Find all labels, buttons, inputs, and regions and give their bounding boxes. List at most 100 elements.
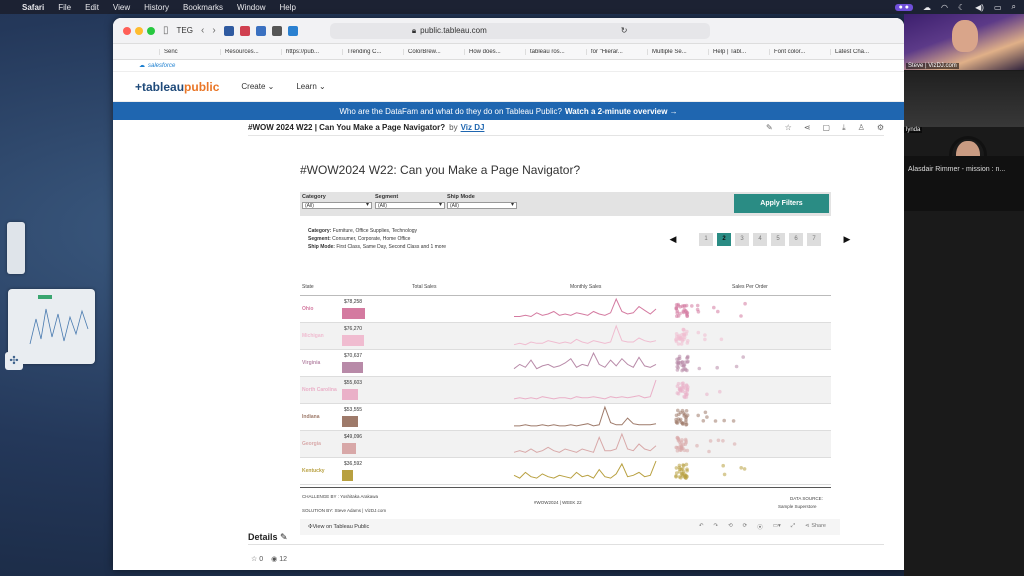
fullscreen-icon[interactable]: ⤢: [791, 523, 795, 531]
total-sales-bar: [342, 362, 363, 373]
apply-filters-button[interactable]: Apply Filters: [734, 194, 829, 213]
nav-create[interactable]: Create ⌄: [241, 82, 274, 91]
extension-5-icon[interactable]: [287, 25, 298, 36]
favorite-item[interactable]: Help | Tabl...: [708, 48, 769, 55]
salesforce-label[interactable]: salesforce: [148, 63, 175, 69]
nav-learn[interactable]: Learn ⌄: [296, 82, 325, 91]
sidebar-toggle-icon[interactable]: ▯: [163, 25, 169, 36]
order-dot: [680, 467, 685, 471]
menu-window[interactable]: Window: [237, 3, 265, 12]
favorite-star-icon[interactable]: ☆: [785, 123, 792, 133]
favorite-item[interactable]: Senc: [159, 48, 220, 55]
favorite-item[interactable]: Trending C...: [342, 48, 403, 55]
extension-1-icon[interactable]: [223, 25, 234, 36]
share-viz-button[interactable]: ⋖ Share: [805, 523, 826, 531]
extension-3-icon[interactable]: [255, 25, 266, 36]
table-row[interactable]: Ohio $78,258: [300, 296, 831, 323]
page-button-active[interactable]: 2: [717, 233, 731, 246]
menu-bookmarks[interactable]: Bookmarks: [183, 3, 223, 12]
table-row[interactable]: Indiana $53,555: [300, 404, 831, 431]
download-icon[interactable]: ⤓: [842, 123, 846, 133]
user-icon[interactable]: ♙: [858, 123, 865, 133]
favorite-item[interactable]: Latest Cha...: [830, 48, 891, 55]
ship-mode-dropdown[interactable]: (All): [447, 202, 517, 209]
share-icon[interactable]: ⋖: [804, 123, 811, 133]
table-row[interactable]: Georgia $49,096: [300, 431, 831, 458]
total-sales-label: $49,096: [344, 434, 363, 440]
participant-tile[interactable]: Steve | VizDJ.com: [904, 14, 1024, 70]
volume-icon[interactable]: ◀): [975, 3, 984, 12]
table-row[interactable]: Michigan $76,270: [300, 323, 831, 350]
reload-icon[interactable]: ↻: [621, 26, 628, 35]
cloud-icon[interactable]: ☁: [923, 3, 931, 12]
segment-dropdown[interactable]: (All): [375, 202, 445, 209]
next-page-button[interactable]: ▶: [841, 234, 853, 245]
summary-ship-value: First Class, Same Day, Second Class and …: [336, 244, 447, 250]
menubar-app-name[interactable]: Safari: [22, 3, 44, 12]
author-link[interactable]: Viz DJ: [461, 123, 485, 132]
address-bar[interactable]: 🔒︎ public.tableau.com ↻: [329, 22, 710, 39]
menu-history[interactable]: History: [144, 3, 169, 12]
favorite-item[interactable]: tableau ros...: [525, 48, 586, 55]
menu-view[interactable]: View: [113, 3, 130, 12]
favorite-item[interactable]: How does...: [464, 48, 525, 55]
participant-tile[interactable]: lynda: [904, 71, 1024, 171]
menu-edit[interactable]: Edit: [85, 3, 99, 12]
favorite-item[interactable]: for "Hierar...: [586, 48, 647, 55]
wifi-icon[interactable]: ◠: [941, 3, 948, 12]
table-row[interactable]: Kentucky $36,592: [300, 458, 831, 485]
back-icon[interactable]: ‹: [201, 25, 204, 36]
menu-help[interactable]: Help: [279, 3, 295, 12]
favorite-item[interactable]: ColorBrew...: [403, 48, 464, 55]
page-button[interactable]: 6: [789, 233, 803, 246]
order-dot: [696, 330, 701, 335]
favorite-item[interactable]: Resources...: [220, 48, 281, 55]
menu-file[interactable]: File: [58, 3, 71, 12]
order-dot: [715, 365, 719, 370]
page-button[interactable]: 4: [753, 233, 767, 246]
zoom-window-button[interactable]: [147, 26, 155, 35]
page-button[interactable]: 1: [699, 233, 713, 246]
profile-selector[interactable]: TEG: [177, 26, 193, 35]
order-dot: [703, 410, 708, 415]
desktop-widget-thumbnail[interactable]: [7, 222, 25, 274]
battery-icon[interactable]: ▭: [994, 3, 1002, 12]
redo-icon[interactable]: ↷: [713, 523, 718, 531]
minimize-window-button[interactable]: [135, 26, 143, 35]
extension-2-icon[interactable]: [239, 25, 250, 36]
refresh-icon[interactable]: ⟳: [743, 523, 748, 531]
revert-icon[interactable]: ⟲: [728, 523, 733, 531]
edit-icon[interactable]: ✎: [766, 123, 773, 133]
page-button[interactable]: 3: [735, 233, 749, 246]
forward-icon[interactable]: ›: [212, 25, 215, 36]
comment-icon[interactable]: ▢: [823, 123, 831, 133]
order-dot: [675, 421, 680, 425]
page-button[interactable]: 5: [771, 233, 785, 246]
banner-link[interactable]: Watch a 2-minute overview →: [565, 107, 678, 116]
undo-icon[interactable]: ↶: [699, 523, 704, 531]
prev-page-button[interactable]: ◀: [667, 234, 679, 245]
close-window-button[interactable]: [123, 26, 131, 35]
moon-icon[interactable]: ☾: [958, 3, 965, 12]
table-row[interactable]: Virginia $70,637: [300, 350, 831, 377]
page-button[interactable]: 7: [807, 233, 821, 246]
order-dot: [731, 419, 736, 423]
participant-tile[interactable]: Alasdair Rimmer - mission : n...: [904, 156, 1024, 211]
favorite-item[interactable]: Multiple Se...: [647, 48, 708, 55]
favorite-item[interactable]: https://pub...: [281, 48, 342, 55]
status-badge-icon[interactable]: ● ●: [894, 3, 913, 11]
favorites-count[interactable]: ☆ 0: [251, 555, 263, 563]
category-dropdown[interactable]: (All): [302, 202, 372, 209]
search-icon[interactable]: ⌕: [1012, 2, 1016, 12]
tableau-public-logo[interactable]: +tableaupublic: [135, 80, 219, 94]
tableau-app-icon[interactable]: ✣: [5, 352, 23, 370]
download-viz-icon[interactable]: ▭▾: [773, 523, 781, 531]
details-heading[interactable]: Details ✎: [248, 532, 288, 543]
table-row[interactable]: North Carolina $55,603: [300, 377, 831, 404]
extension-4-icon[interactable]: [271, 25, 282, 36]
settings-gear-icon[interactable]: ⚙: [877, 123, 884, 133]
view-on-tableau-link[interactable]: View on Tableau Public: [313, 524, 370, 530]
pause-icon[interactable]: ⦿: [757, 523, 763, 531]
order-dot: [677, 356, 682, 361]
favorite-item[interactable]: Font color...: [769, 48, 830, 55]
